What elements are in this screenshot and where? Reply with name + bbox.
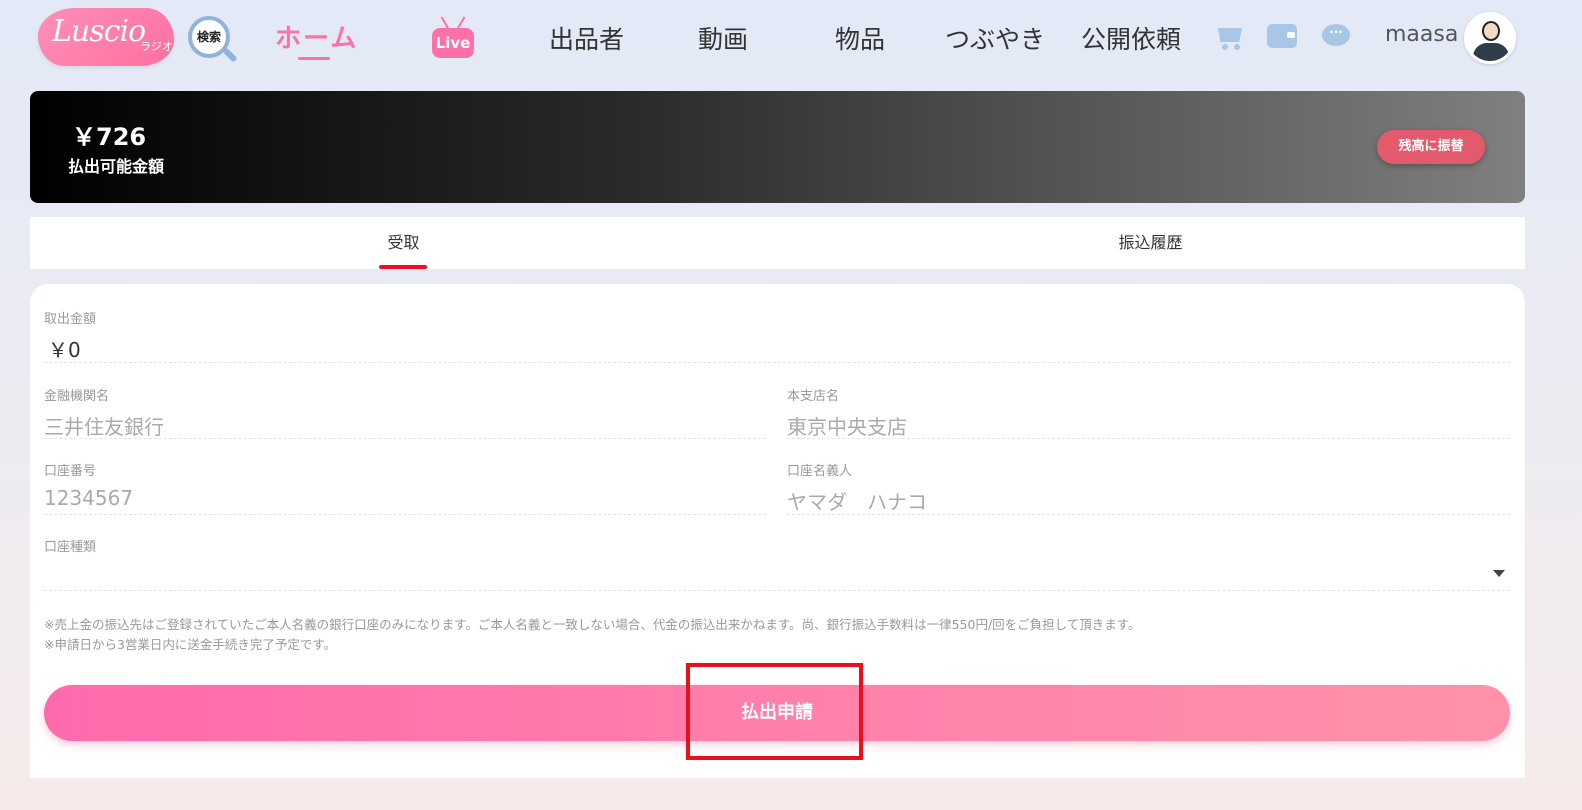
branch-name-underline [787, 438, 1510, 439]
account-type-label: 口座種類 [44, 540, 97, 555]
username[interactable]: maasa [1385, 22, 1458, 47]
search-label: 検索 [196, 30, 221, 44]
nav-sellers[interactable]: 出品者 [549, 20, 624, 56]
account-number-underline [44, 514, 766, 515]
nav-tweets[interactable]: つぶやき [945, 20, 1045, 56]
nav-requests[interactable]: 公開依頼 [1081, 20, 1181, 56]
bank-name-underline [44, 438, 766, 439]
logo[interactable]: Luscio ラジオ [38, 8, 174, 66]
tab-receive[interactable]: 受取 [30, 217, 777, 269]
bank-name-label: 金融機関名 [44, 389, 110, 404]
tab-transfer-history[interactable]: 振込履歴 [777, 217, 1524, 269]
account-number-placeholder[interactable]: 1234567 [44, 486, 133, 510]
avatar-head [1482, 21, 1500, 41]
chat-icon[interactable]: ··· [1322, 22, 1354, 52]
magnifier-handle [222, 47, 238, 63]
branch-name-field[interactable]: 本支店名 東京中央支店 [787, 385, 1510, 441]
nav-home[interactable]: ホーム [275, 18, 358, 55]
chat-dots: ··· [1329, 25, 1343, 39]
bank-name-field[interactable]: 金融機関名 三井住友銀行 [44, 385, 766, 441]
account-type-select[interactable]: 口座種類 [44, 536, 1510, 592]
account-holder-underline [787, 514, 1510, 515]
account-holder-label: 口座名義人 [787, 464, 853, 479]
notice-text: ※売上金の振込先はご登録されていたご本人名義の銀行口座のみになります。ご本人名義… [44, 617, 1141, 632]
amount-label: 取出金額 [44, 312, 97, 327]
wallet-icon[interactable] [1267, 22, 1299, 52]
avatar-body [1473, 43, 1509, 61]
cart-wheel [1234, 44, 1240, 50]
nav-videos[interactable]: 動画 [698, 20, 748, 56]
tab-active-indicator [379, 265, 427, 269]
amount-underline [44, 362, 1510, 363]
top-header: Luscio ラジオ 検索 ホーム Live 出品者 動画 物品 つぶやき 公開… [0, 0, 1582, 80]
cart-wheel [1222, 44, 1228, 50]
cart-icon[interactable] [1214, 22, 1246, 52]
balance-label: 払出可能金額 [68, 157, 165, 176]
account-type-underline [44, 590, 1510, 591]
account-holder-field[interactable]: 口座名義人 ヤマダ ハナコ [787, 460, 1510, 516]
account-number-field[interactable]: 口座番号 1234567 [44, 460, 766, 516]
logo-subtext: ラジオ [140, 40, 173, 53]
account-holder-placeholder[interactable]: ヤマダ ハナコ [787, 486, 927, 515]
notice-text: ※申請日から3営業日内に送金手続き完了予定です。 [44, 637, 337, 652]
tab-bar: 受取 振込履歴 [30, 217, 1525, 269]
withdraw-request-button[interactable]: 払出申請 [44, 685, 1510, 741]
amount-field[interactable]: 取出金額 ￥0 [44, 308, 1510, 364]
cart-basket [1218, 28, 1242, 42]
branch-name-label: 本支店名 [787, 389, 840, 404]
withdrawal-form: 取出金額 ￥0 金融機関名 三井住友銀行 本支店名 東京中央支店 口座番号 12… [30, 284, 1525, 778]
amount-value[interactable]: ￥0 [48, 334, 81, 363]
nav-live-icon[interactable]: Live [432, 28, 474, 58]
wallet-clasp [1287, 32, 1295, 38]
account-number-label: 口座番号 [44, 464, 97, 479]
logo-text: Luscio [52, 14, 146, 49]
search-button[interactable]: 検索 [188, 16, 240, 68]
bank-name-placeholder[interactable]: 三井住友銀行 [44, 411, 164, 440]
chevron-down-icon[interactable] [1493, 570, 1505, 577]
nav-items[interactable]: 物品 [835, 20, 885, 56]
branch-name-placeholder[interactable]: 東京中央支店 [787, 411, 907, 440]
transfer-to-balance-button[interactable]: 残高に振替 [1377, 130, 1485, 164]
balance-amount: ￥726 [72, 123, 147, 151]
nav-home-underline [298, 57, 330, 60]
avatar[interactable] [1464, 12, 1516, 64]
balance-banner: ￥726 払出可能金額 残高に振替 [30, 91, 1525, 203]
